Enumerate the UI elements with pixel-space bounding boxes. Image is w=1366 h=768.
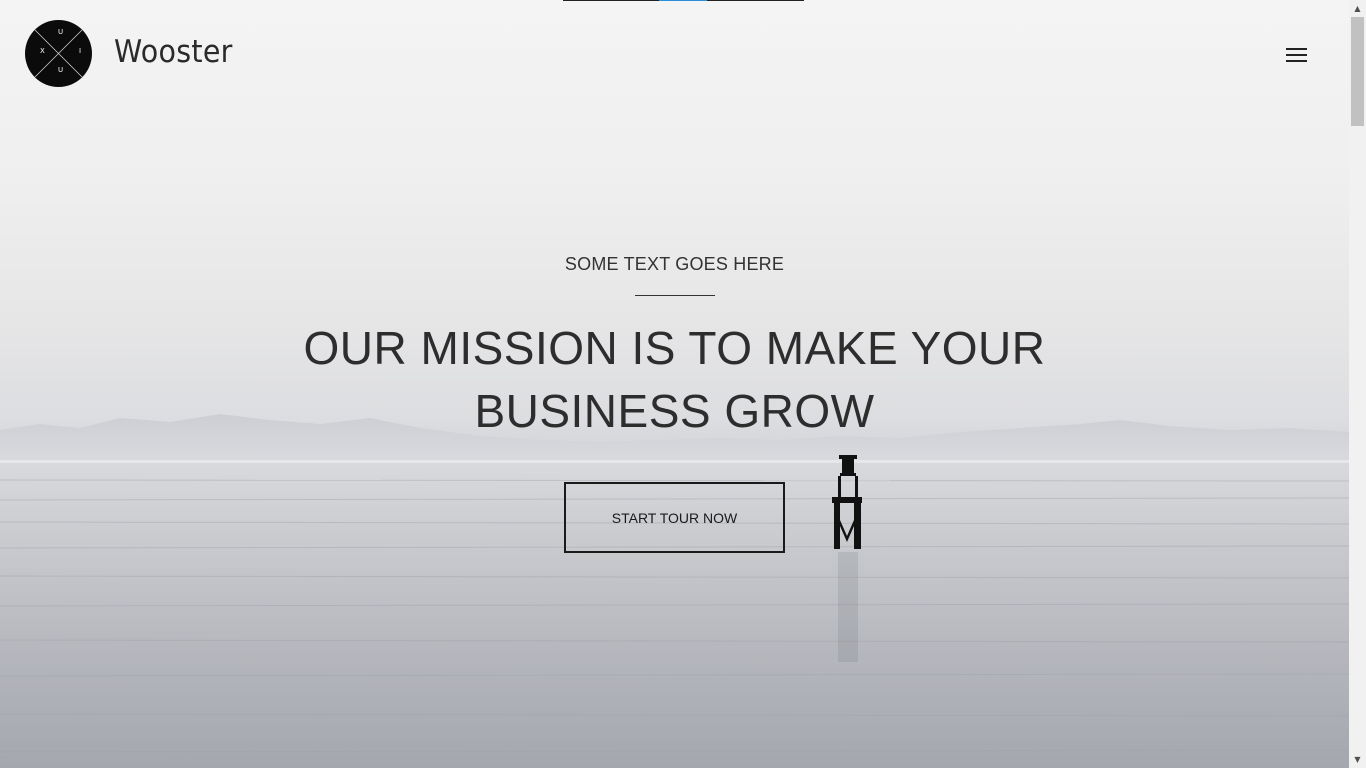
logo-letter-bottom: U xyxy=(58,66,64,74)
hero-headline: OUR MISSION IS TO MAKE YOUR BUSINESS GRO… xyxy=(303,322,1046,437)
logo-letter-top: U xyxy=(58,28,64,36)
menu-bar-middle xyxy=(1286,54,1307,56)
page-loader-progress xyxy=(659,0,707,1)
logo-letter-left: X xyxy=(40,47,45,55)
hero-eyebrow-text: SOME TEXT GOES HERE xyxy=(564,254,785,274)
scrollbar-thumb[interactable] xyxy=(1351,17,1364,126)
hero-divider xyxy=(635,295,715,296)
menu-bar-top xyxy=(1286,48,1307,50)
scroll-down-arrow-icon[interactable]: ▼ xyxy=(1349,751,1366,768)
menu-bar-bottom xyxy=(1286,60,1307,62)
logo-letter-right: I xyxy=(79,47,82,55)
start-tour-button[interactable]: START TOUR NOW xyxy=(564,482,785,553)
vertical-scrollbar[interactable]: ▲ ▼ xyxy=(1349,0,1366,768)
page: U X I U Wooster SOME TEXT GOES HERE OUR … xyxy=(0,0,1366,768)
hamburger-menu-icon[interactable] xyxy=(1283,44,1311,66)
brand-name[interactable]: Wooster xyxy=(114,34,233,70)
site-logo[interactable]: U X I U xyxy=(25,20,92,87)
scroll-up-arrow-icon[interactable]: ▲ xyxy=(1349,0,1366,17)
